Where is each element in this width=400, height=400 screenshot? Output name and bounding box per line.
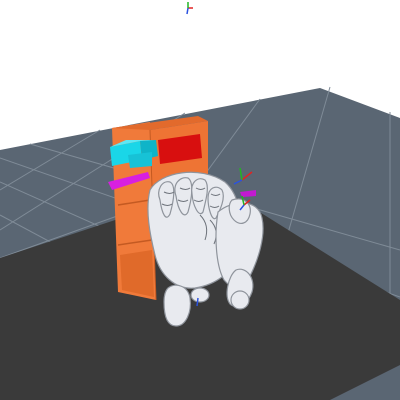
z-axis-line — [196, 297, 199, 307]
hand-knuckle — [190, 287, 210, 303]
shelf-bottom-compartment — [120, 250, 154, 297]
hand-knuckle — [230, 290, 250, 310]
z-axis-line — [186, 7, 189, 15]
scene-canvas[interactable] — [0, 0, 400, 400]
cyan-block-object[interactable] — [110, 140, 158, 168]
axis-gizmo-top[interactable] — [186, 2, 193, 15]
axis-gizmo-wrist[interactable] — [196, 297, 199, 307]
3d-viewport[interactable] — [0, 0, 400, 400]
hand-wrist — [163, 284, 191, 327]
